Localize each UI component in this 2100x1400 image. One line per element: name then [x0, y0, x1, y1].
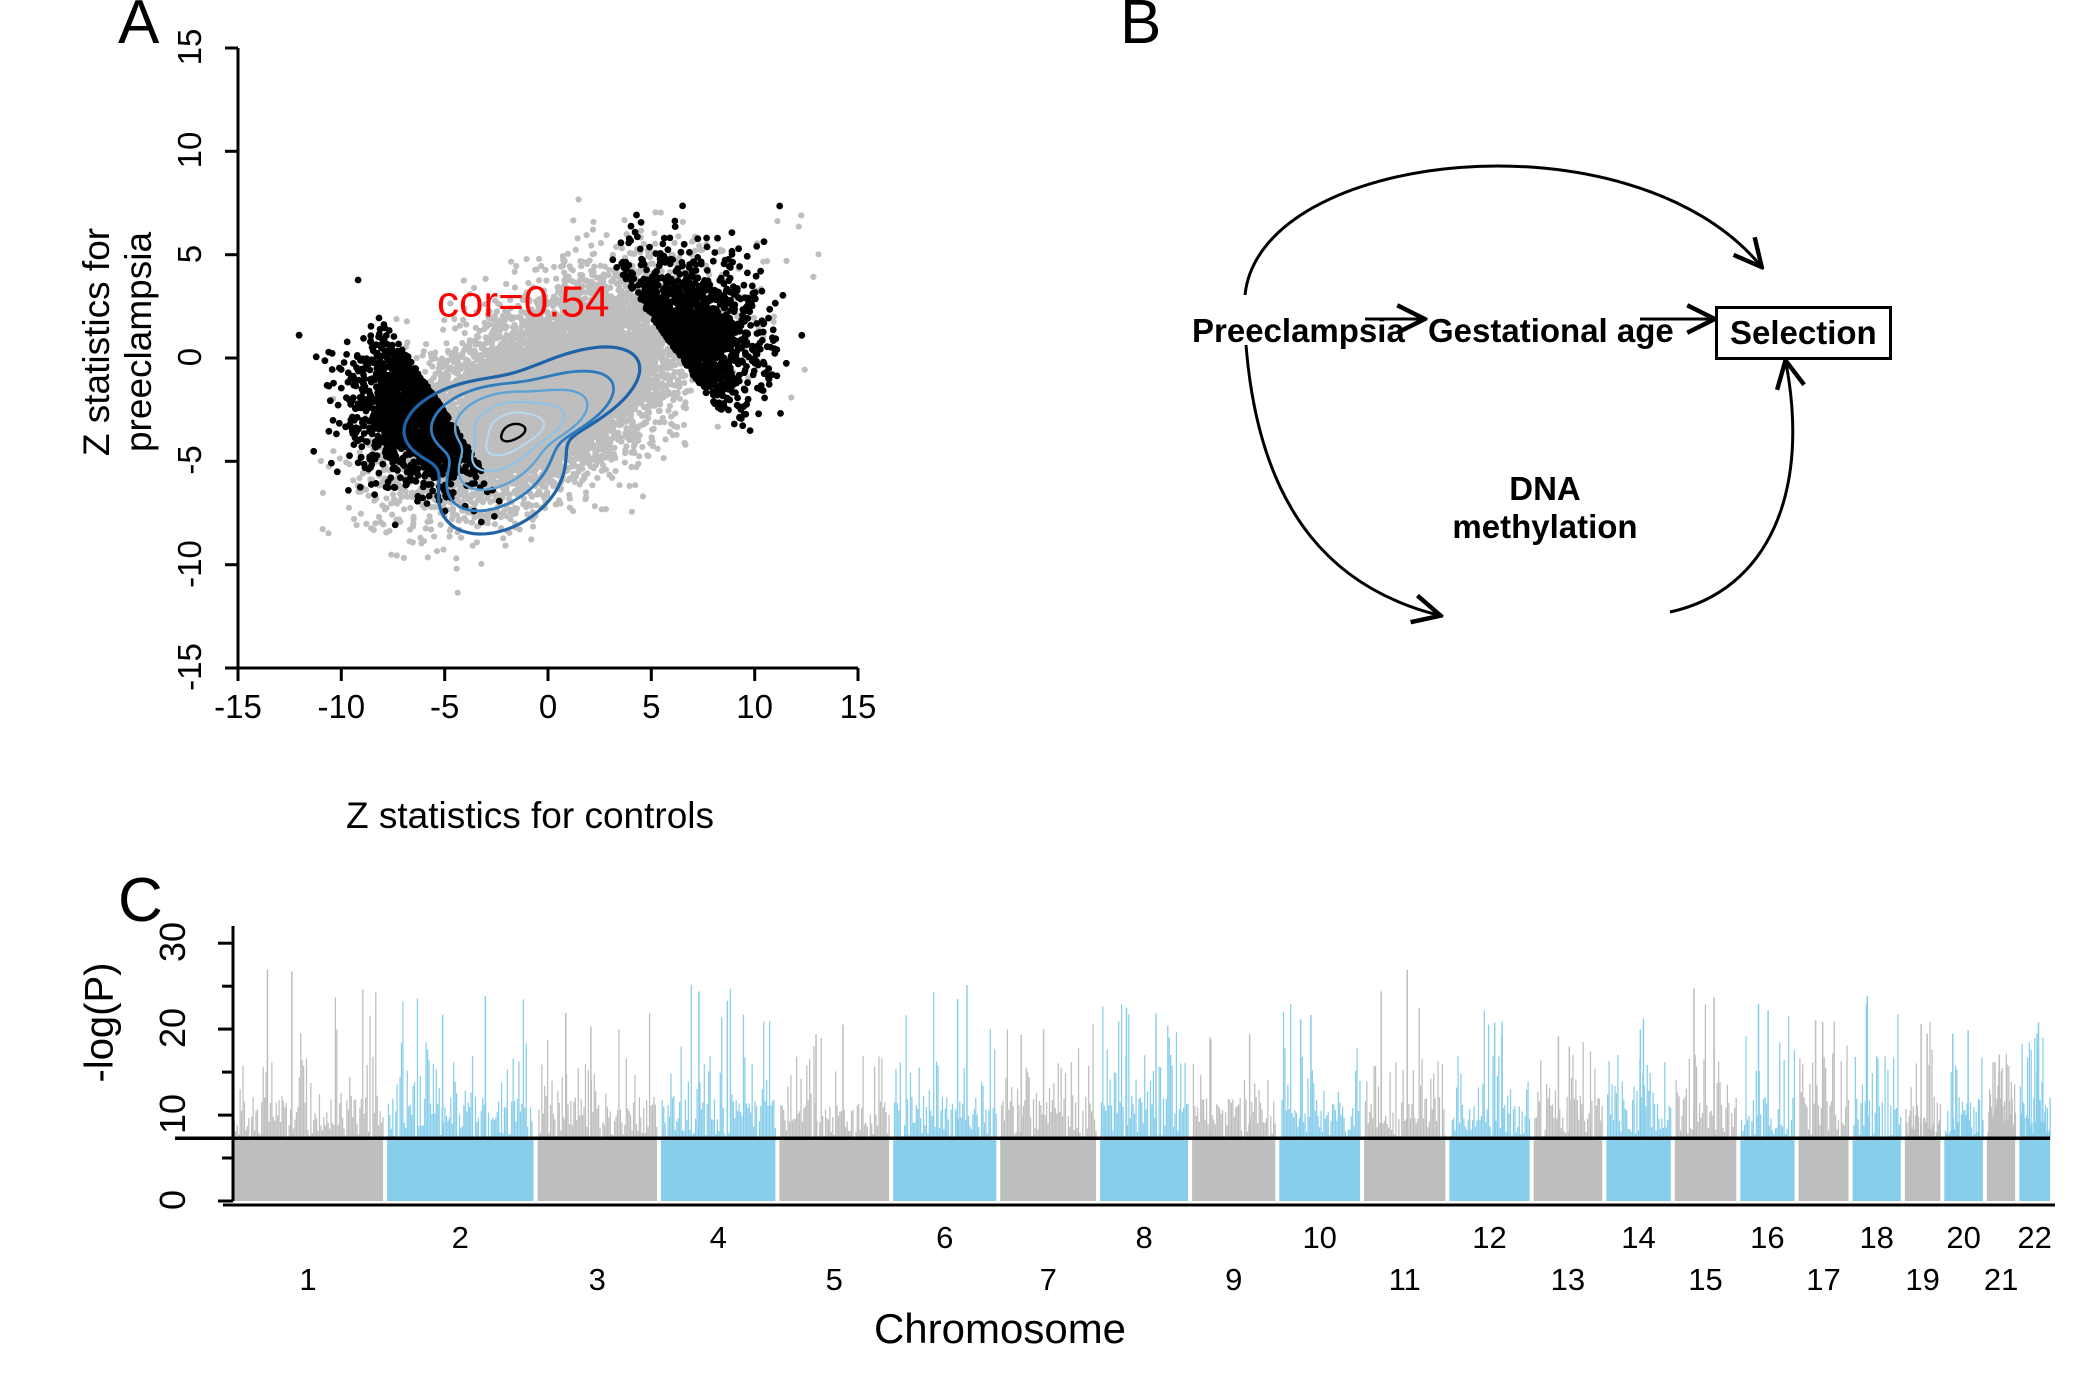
panel-a-y-tick: 5 — [171, 244, 208, 263]
panel-c-chromosome-label: 17 — [1806, 1262, 1841, 1297]
panel-c-chromosome-label: 9 — [1225, 1262, 1243, 1297]
panel-c-x-axis-label: Chromosome — [873, 1305, 1127, 1352]
dag-node-gestational-age: Gestational age — [1428, 312, 1674, 349]
panel-c-chromosome-label: 1 — [299, 1262, 317, 1297]
panel-a-x-tick: 15 — [839, 688, 877, 725]
panel-a-letter: A — [118, 0, 160, 57]
panel-a-x-tick: -15 — [214, 688, 262, 725]
dag-edges — [1243, 164, 2070, 740]
panel-a-axes — [225, 46, 860, 681]
panel-a-y-tick: -10 — [171, 539, 208, 588]
panel-c-chromosome-label: 21 — [1983, 1262, 2019, 1297]
panel-c-chromosome-label: 19 — [1905, 1262, 1940, 1297]
panel-a-x-axis-label: Z statistics for controls — [345, 795, 715, 836]
panel-c-chromosome-label: 2 — [451, 1220, 469, 1255]
panel-c-y-tick: 0 — [152, 1189, 193, 1211]
panel-c-chromosome-label: 18 — [1859, 1220, 1894, 1255]
dag-node-dna-methylation-line2: methylation — [1452, 507, 1638, 545]
panel-c-chromosome-label: 20 — [1946, 1220, 1981, 1255]
panel-c-axes — [218, 926, 2055, 1207]
panel-c-chromosome-label: 11 — [1388, 1262, 1421, 1297]
dag-node-dna-methylation: DNA methylation — [1430, 470, 1660, 546]
panel-a-y-tick: 10 — [171, 131, 208, 169]
panel-c-chromosome-label: 8 — [1135, 1220, 1153, 1255]
panel-c-chromosome-label: 5 — [825, 1262, 843, 1297]
panel-c-chromosome-label: 12 — [1472, 1220, 1507, 1255]
panel-c-y-tick: 20 — [152, 1008, 193, 1049]
panel-b-letter: B — [1120, 0, 1162, 57]
dag-node-dna-methylation-line1: DNA — [1509, 470, 1581, 507]
panel-a-y-tick: -5 — [171, 445, 208, 475]
panel-a-y-axis-label: Z statistics for preeclampsia — [76, 227, 159, 457]
panel-a-x-tick: -5 — [429, 688, 460, 725]
panel-c-chromosome-label: 6 — [936, 1220, 954, 1255]
panel-c-chromosome-label: 15 — [1688, 1262, 1723, 1297]
panel-c-chromosome-label: 4 — [709, 1220, 727, 1255]
panel-a-y-tick: 0 — [171, 347, 208, 367]
panel-c-chromosome-label: 16 — [1750, 1220, 1785, 1255]
panel-a-x-tick: 5 — [642, 688, 661, 725]
panel-c-chromosome-label: 13 — [1550, 1262, 1586, 1297]
panel-a-x-tick: -10 — [317, 688, 366, 725]
panel-a-x-tick: 0 — [538, 688, 558, 725]
panel-c-chromosome-label: 7 — [1039, 1262, 1057, 1297]
panel-c-y-tick: 30 — [152, 922, 193, 963]
panel-b: B Preeclampsia Gestational age Selection… — [1120, 0, 2100, 900]
panel-a-y-tick: 15 — [171, 28, 208, 66]
panel-c-chromosome-label: 22 — [2017, 1220, 2052, 1255]
panel-c: C -log(P) Chromosome 0 10 20 30 1 2 3 4 5 6 7 8 9 10… — [0, 870, 2100, 1400]
panel-a-x-tick: 10 — [736, 688, 774, 725]
panel-c-chromosome-label: 3 — [588, 1262, 606, 1297]
panel-c-chromosome-label: 10 — [1302, 1220, 1337, 1255]
panel-c-y-axis-label: -log(P) — [77, 962, 122, 1083]
dag-node-preeclampsia: Preeclampsia — [1192, 312, 1405, 349]
dag-node-selection: Selection — [1715, 306, 1892, 360]
panel-c-y-tick: 10 — [152, 1094, 193, 1135]
panel-c-chromosome-label: 14 — [1621, 1220, 1656, 1255]
panel-a: A Z statistics for preeclampsia Z statis… — [0, 0, 1130, 900]
